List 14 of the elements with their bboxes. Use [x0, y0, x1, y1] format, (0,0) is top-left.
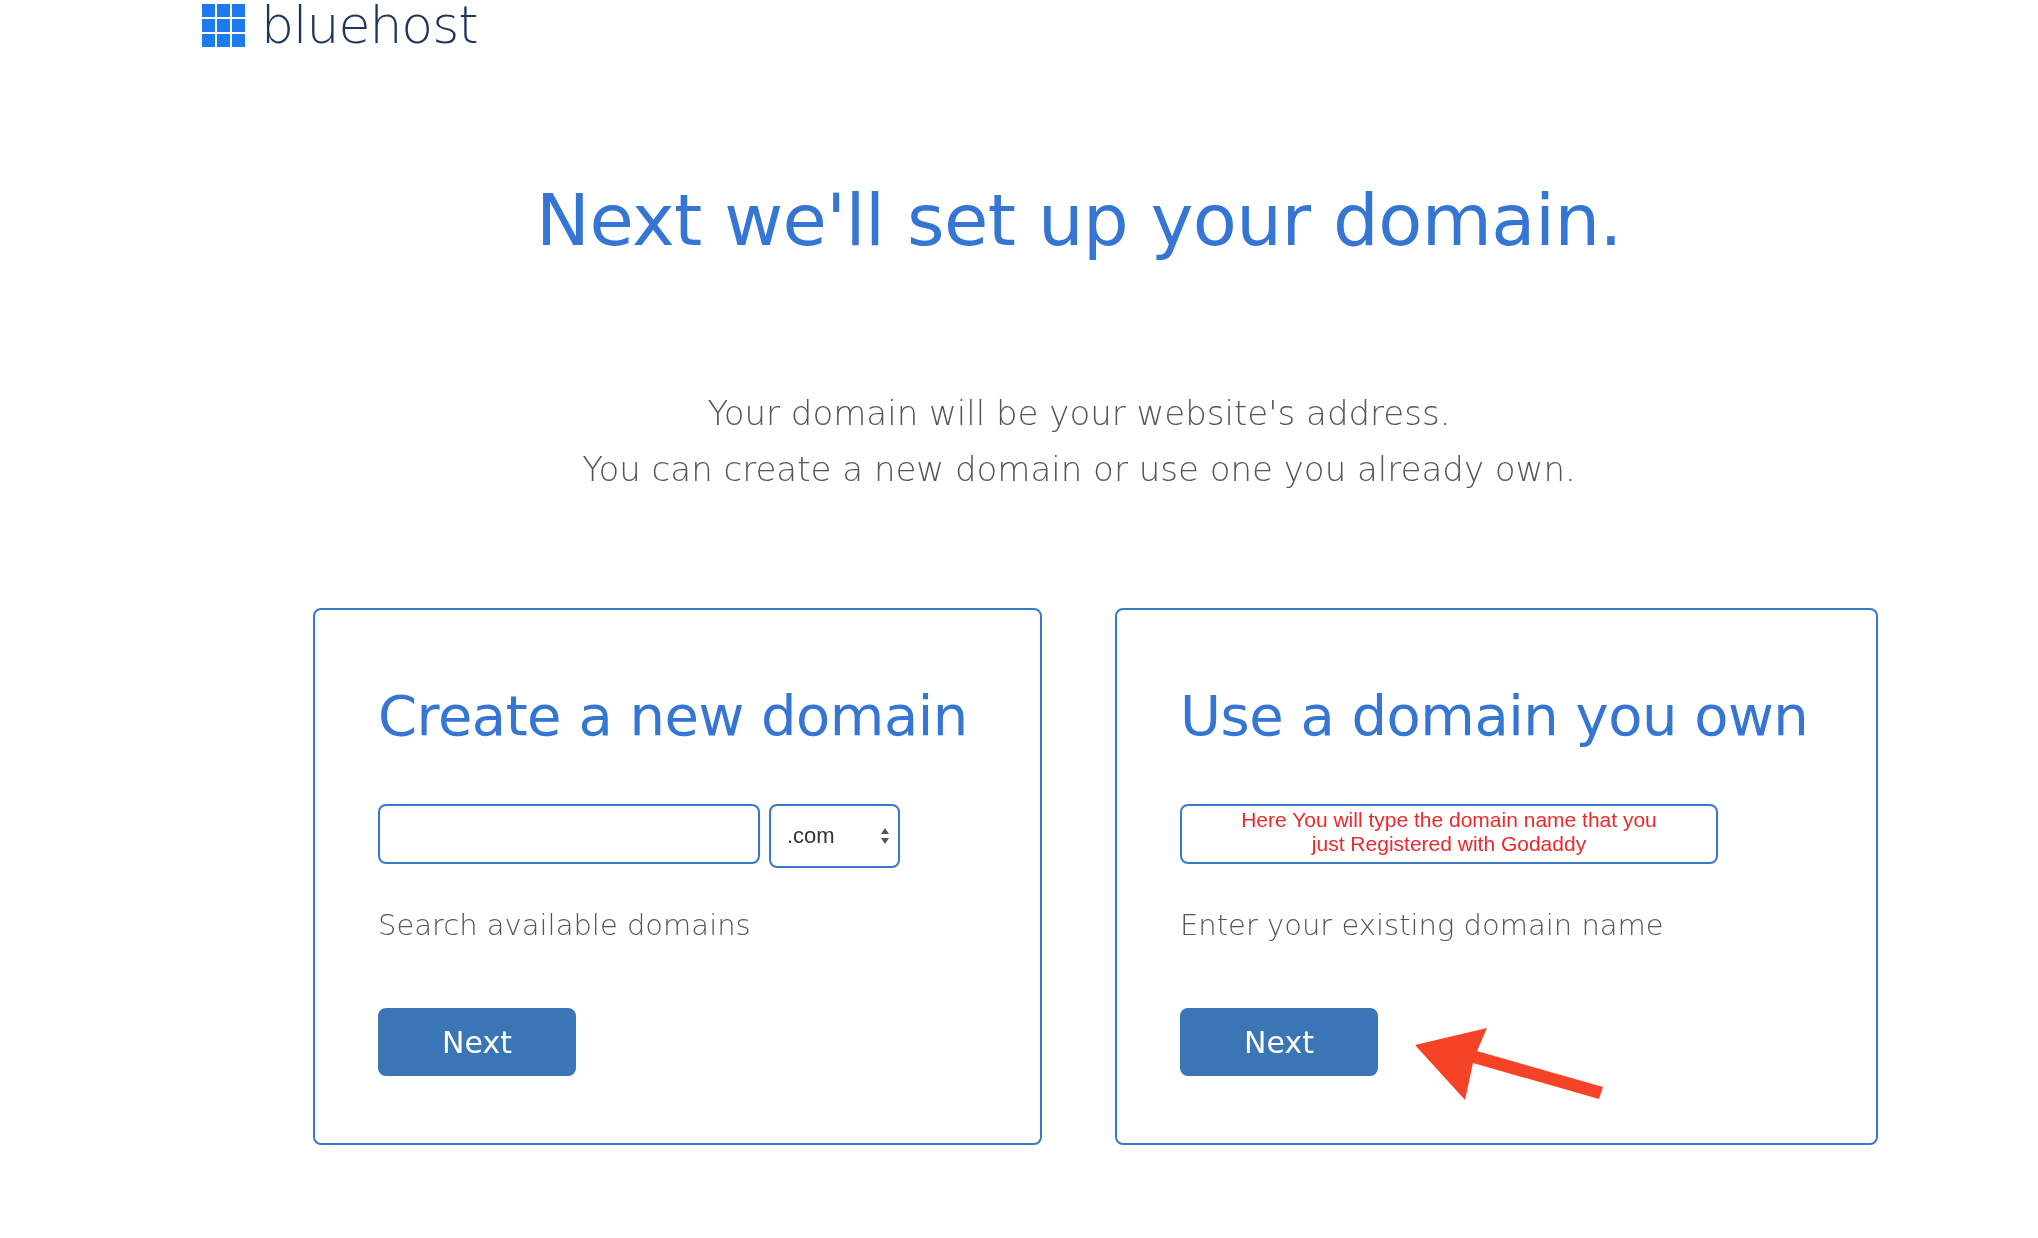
- field-hint: Search available domains: [378, 908, 751, 943]
- domain-field[interactable]: Here You will type the domain name that you just Registered with Godaddy: [1180, 804, 1718, 865]
- tld-dropdown[interactable]: .com: [769, 804, 900, 869]
- card-title: Use a domain you own: [1180, 682, 1809, 750]
- subtitle-line: You can create a new domain or use one you already own.: [582, 449, 1576, 489]
- logo-text: bluehost: [261, 0, 478, 51]
- field-hint: Enter your existing domain name: [1180, 908, 1664, 943]
- domain-search-field[interactable]: [378, 804, 760, 865]
- next-button[interactable]: Next: [1180, 1008, 1378, 1077]
- next-button[interactable]: Next: [378, 1008, 576, 1077]
- card-title: Create a new domain: [378, 682, 968, 750]
- logo-grid-icon: [202, 3, 245, 47]
- page-heading: Next we'll set up your domain.: [536, 178, 1622, 262]
- subtitle-line: Your domain will be your website's address.: [707, 393, 1451, 433]
